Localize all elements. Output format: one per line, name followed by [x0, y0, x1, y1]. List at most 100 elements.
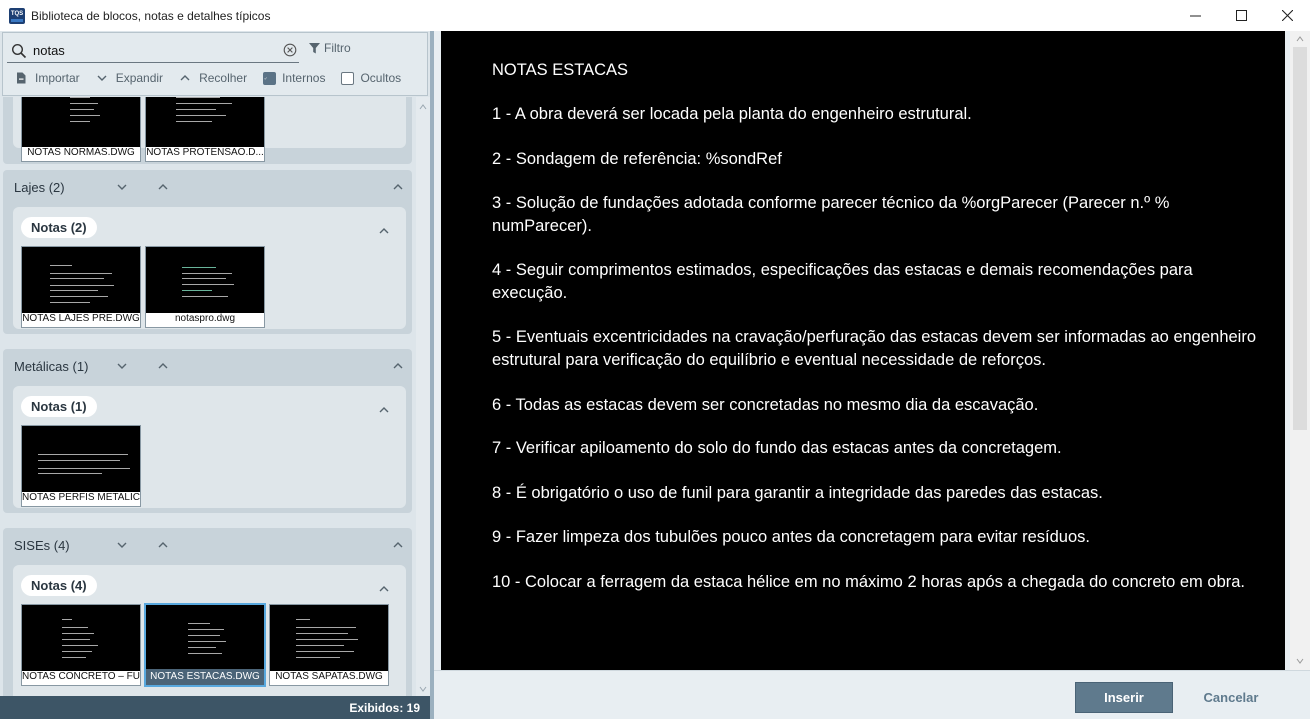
- thumbnail-label: NOTAS SAPATAS.DWG: [275, 671, 383, 682]
- library-subgroup: Notas (4) NOTAS CONCRETO – FU... NOTAS E…: [13, 565, 406, 697]
- maximize-button[interactable]: [1218, 0, 1264, 31]
- group-title: SISEs (4): [14, 538, 70, 553]
- search-toolbar: Filtro Importar Expandir Recolher Intern…: [2, 32, 428, 96]
- thumbnail-preview: [22, 247, 140, 313]
- thumbnail-preview: [146, 605, 264, 671]
- maximize-icon: [1235, 10, 1247, 21]
- expand-button[interactable]: Expandir: [96, 71, 163, 85]
- preview-scrollbar[interactable]: [1290, 31, 1310, 670]
- hidden-label: Ocultos: [360, 71, 402, 85]
- collapse-label: Recolher: [199, 71, 248, 85]
- thumbnail-preview: [270, 605, 388, 671]
- app-logo-icon: TQS: [9, 7, 25, 24]
- subgroup-title[interactable]: Notas (2): [21, 217, 97, 238]
- block-thumbnail[interactable]: NOTAS NORMAS.DWG: [21, 97, 141, 162]
- group-expand-icon[interactable]: [116, 539, 128, 551]
- scroll-down-icon[interactable]: [419, 685, 427, 693]
- note-item: 6 - Todas as estacas devem ser concretad…: [492, 396, 1039, 414]
- library-subgroup: Notas (2) NOTAS LAJES PRE.DWG notaspro.d…: [13, 207, 406, 329]
- expand-label: Expandir: [115, 71, 164, 85]
- search-icon: [11, 43, 27, 58]
- hidden-checkbox-box[interactable]: [341, 71, 355, 85]
- subgroup-collapse-icon[interactable]: [378, 583, 390, 595]
- list-scrollbar[interactable]: [416, 97, 430, 697]
- cancel-button[interactable]: Cancelar: [1182, 682, 1280, 713]
- thumbnail-preview: [146, 247, 264, 313]
- check-icon: [264, 76, 267, 80]
- block-thumbnail[interactable]: NOTAS PROTENSAO.D...: [145, 97, 265, 162]
- collapse-button[interactable]: Recolher: [179, 71, 247, 85]
- insert-button[interactable]: Inserir: [1075, 682, 1173, 713]
- subgroup-collapse-icon[interactable]: [378, 404, 390, 416]
- app-logo-text: TQS: [10, 10, 24, 17]
- note-item: 7 - Verificar apiloamento do solo do fun…: [492, 439, 1062, 457]
- internal-checkbox[interactable]: Internos: [263, 71, 325, 85]
- library-panel: Filtro Importar Expandir Recolher Intern…: [0, 31, 434, 719]
- hidden-checkbox[interactable]: Ocultos: [341, 71, 401, 85]
- search-box: [7, 39, 299, 63]
- library-group-metalicas: Metálicas (1) Notas (1) NOTAS PERFIS MET…: [3, 349, 412, 513]
- block-thumbnail[interactable]: NOTAS PERFIS METALIC...: [21, 425, 141, 507]
- subgroup-title[interactable]: Notas (4): [21, 575, 97, 596]
- note-item: 4 - Seguir comprimentos estimados, espec…: [492, 261, 1193, 302]
- note-item: 9 - Fazer limpeza dos tubulões pouco ant…: [492, 528, 1090, 546]
- thumbnail-preview: [22, 605, 140, 671]
- note-item: 2 - Sondagem de referência: %sondRef: [492, 150, 782, 168]
- note-item: 5 - Eventuais excentricidades na cravaçã…: [492, 328, 1257, 369]
- library-subgroup: NOTAS NORMAS.DWG NOTAS PROTENSAO.D...: [13, 97, 406, 162]
- group-toggle-icon[interactable]: [392, 181, 404, 193]
- clear-search-icon[interactable]: [283, 43, 297, 57]
- shown-count: Exibidos: 19: [349, 700, 420, 715]
- group-toggle-icon[interactable]: [392, 539, 404, 551]
- action-row: Importar Expandir Recolher Internos Ocul…: [15, 71, 417, 85]
- close-button[interactable]: [1264, 0, 1310, 31]
- group-expand-icon[interactable]: [116, 360, 128, 372]
- group-title: Lajes (2): [14, 180, 65, 195]
- subgroup-title[interactable]: Notas (1): [21, 396, 97, 417]
- minimize-icon: [1189, 15, 1201, 17]
- group-title: Metálicas (1): [14, 359, 89, 374]
- close-icon: [1281, 10, 1293, 21]
- group-collapse-icon[interactable]: [157, 181, 169, 193]
- note-item: 3 - Solução de fundações adotada conform…: [492, 194, 1170, 235]
- block-thumbnail[interactable]: NOTAS LAJES PRE.DWG: [21, 246, 141, 328]
- minimize-button[interactable]: [1172, 0, 1218, 31]
- scroll-up-icon[interactable]: [419, 103, 427, 111]
- title-bar: TQS Biblioteca de blocos, notas e detalh…: [0, 0, 1310, 31]
- thumbnail-preview: [22, 97, 140, 147]
- status-bar: Exibidos: 19: [0, 696, 432, 719]
- internal-checkbox-box[interactable]: [263, 71, 277, 85]
- import-file-icon: [17, 72, 26, 84]
- import-button[interactable]: Importar: [15, 71, 80, 85]
- block-thumbnail-selected[interactable]: NOTAS ESTACAS.DWG: [144, 603, 266, 687]
- chevron-up-icon: [180, 75, 190, 81]
- scroll-down-icon[interactable]: [1296, 657, 1304, 665]
- thumbnail-preview: [146, 97, 264, 147]
- chevron-down-icon: [97, 75, 107, 81]
- group-expand-icon[interactable]: [116, 181, 128, 193]
- library-group: NOTAS NORMAS.DWG NOTAS PROTENSAO.D...: [3, 97, 412, 164]
- thumbnail-label: NOTAS ESTACAS.DWG: [146, 669, 264, 685]
- thumbnail-label: NOTAS NORMAS.DWG: [27, 147, 135, 158]
- scrollbar-thumb[interactable]: [1293, 47, 1307, 430]
- panel-splitter[interactable]: [430, 31, 434, 719]
- block-thumbnail[interactable]: NOTAS SAPATAS.DWG: [269, 604, 389, 686]
- block-thumbnail[interactable]: notaspro.dwg: [145, 246, 265, 328]
- group-toggle-icon[interactable]: [392, 360, 404, 372]
- subgroup-collapse-icon[interactable]: [378, 225, 390, 237]
- library-group-sises: SISEs (4) Notas (4) NOTAS CONCRETO – FU.…: [3, 528, 412, 697]
- group-collapse-icon[interactable]: [157, 360, 169, 372]
- thumbnail-label: NOTAS PERFIS METALIC...: [22, 492, 140, 503]
- import-label: Importar: [35, 71, 80, 85]
- note-item: 1 - A obra deverá ser locada pela planta…: [492, 105, 972, 123]
- block-thumbnail[interactable]: NOTAS CONCRETO – FU...: [21, 604, 141, 686]
- scroll-up-icon[interactable]: [1296, 35, 1304, 43]
- thumbnail-label: notaspro.dwg: [174, 313, 236, 324]
- filter-button[interactable]: Filtro: [309, 41, 351, 55]
- internal-label: Internos: [282, 71, 326, 85]
- group-collapse-icon[interactable]: [157, 539, 169, 551]
- note-item: 10 - Colocar a ferragem da estaca hélice…: [492, 573, 1245, 591]
- search-input[interactable]: [33, 43, 263, 58]
- notes-preview: NOTAS ESTACAS 1 - A obra deverá ser loca…: [441, 31, 1285, 670]
- thumbnail-preview: [22, 426, 140, 492]
